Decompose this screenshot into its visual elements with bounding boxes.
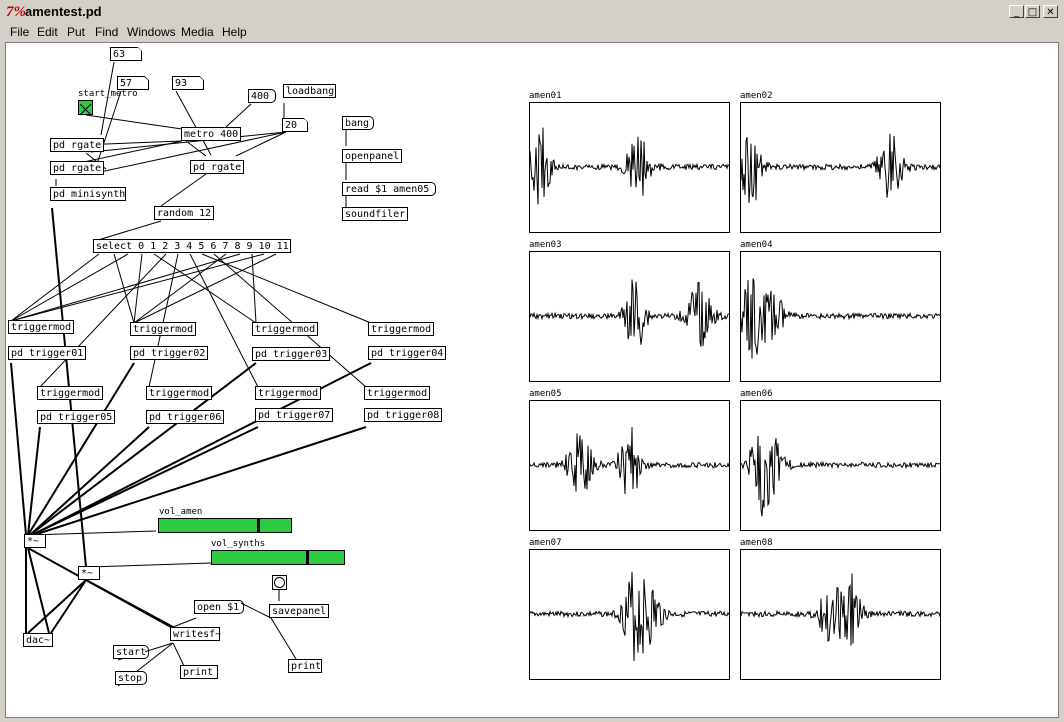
pd-trigger01[interactable]: pd trigger01	[8, 346, 86, 360]
menu-bar: File Edit Put Find Windows Media Help	[0, 24, 1064, 42]
triggermod-2[interactable]: triggermod	[130, 322, 196, 336]
vol-synths-slider[interactable]	[211, 550, 345, 565]
array-label-amen06: amen06	[740, 389, 773, 399]
vol-amen-knob[interactable]	[257, 519, 260, 532]
array-label-amen04: amen04	[740, 240, 773, 250]
pd-rgate-2[interactable]: pd rgate	[50, 161, 104, 175]
pd-app-icon: 7%	[6, 4, 26, 20]
number-box-20[interactable]: 20	[282, 118, 308, 132]
array-graph-amen07[interactable]	[529, 549, 730, 680]
start-message[interactable]: start	[113, 645, 149, 659]
menu-file[interactable]: File	[10, 25, 29, 39]
openpanel-object[interactable]: openpanel	[342, 149, 402, 163]
savepanel-object[interactable]: savepanel	[269, 604, 329, 618]
soundfiler-object[interactable]: soundfiler	[342, 207, 408, 221]
patch-canvas[interactable]: 63 57 93 400 loadbang start_metro metro …	[5, 42, 1059, 718]
vol-amen-slider[interactable]	[158, 518, 292, 533]
vol-amen-label: vol_amen	[159, 507, 203, 517]
vol-synths-knob[interactable]	[306, 551, 309, 564]
array-graph-amen02[interactable]	[740, 102, 941, 233]
pd-trigger07[interactable]: pd trigger07	[255, 408, 333, 422]
triggermod-3[interactable]: triggermod	[252, 322, 318, 336]
array-label-amen03: amen03	[529, 240, 562, 250]
loadbang-object[interactable]: loadbang	[283, 84, 336, 98]
start-metro-toggle[interactable]	[78, 100, 93, 116]
array-graph-amen06[interactable]	[740, 400, 941, 531]
menu-help[interactable]: Help	[222, 25, 247, 39]
menu-media[interactable]: Media	[181, 25, 214, 39]
start-metro-label: start_metro	[78, 89, 138, 99]
pd-trigger03[interactable]: pd trigger03	[252, 347, 330, 361]
print-object-1[interactable]: print	[180, 665, 218, 679]
title-bar: 7% amentest.pd _ □ ✕	[0, 0, 1064, 25]
close-icon[interactable]: ✕	[1043, 5, 1058, 18]
select-object[interactable]: select 0 1 2 3 4 5 6 7 8 9 10 11	[93, 239, 291, 253]
bang-button[interactable]	[272, 575, 287, 590]
triggermod-5[interactable]: triggermod	[37, 386, 103, 400]
print-object-2[interactable]: print	[288, 659, 322, 673]
stop-message[interactable]: stop	[115, 671, 147, 685]
vol-synths-label: vol_synths	[211, 539, 266, 549]
multiply-tilde-1[interactable]: *~	[24, 534, 46, 548]
open-message[interactable]: open $1	[194, 600, 244, 614]
read-amen05-message[interactable]: read $1 amen05	[342, 182, 436, 196]
pd-rgate-1[interactable]: pd rgate	[50, 138, 104, 152]
menu-put[interactable]: Put	[67, 25, 85, 39]
array-label-amen02: amen02	[740, 91, 773, 101]
random-object[interactable]: random 12	[154, 206, 214, 220]
pd-minisynth[interactable]: pd minisynth	[50, 187, 126, 201]
multiply-tilde-2[interactable]: *~	[78, 566, 100, 580]
menu-find[interactable]: Find	[95, 25, 118, 39]
array-label-amen05: amen05	[529, 389, 562, 399]
dac-object[interactable]: dac~	[23, 633, 53, 647]
array-label-amen01: amen01	[529, 91, 562, 101]
array-graph-amen04[interactable]	[740, 251, 941, 382]
number-box-93[interactable]: 93	[172, 76, 204, 90]
bang-circle-icon	[274, 577, 285, 588]
triggermod-6[interactable]: triggermod	[146, 386, 212, 400]
window-title: amentest.pd	[25, 4, 102, 19]
array-graph-amen01[interactable]	[529, 102, 730, 233]
pd-rgate-3[interactable]: pd rgate	[190, 160, 244, 174]
writesf-object[interactable]: writesf~	[170, 627, 221, 641]
triggermod-1[interactable]: triggermod	[8, 320, 74, 334]
pd-trigger05[interactable]: pd trigger05	[37, 410, 115, 424]
array-label-amen08: amen08	[740, 538, 773, 548]
number-box-57[interactable]: 57	[117, 76, 149, 90]
array-graph-amen05[interactable]	[529, 400, 730, 531]
menu-windows[interactable]: Windows	[127, 25, 176, 39]
toggle-x-icon	[79, 103, 92, 116]
menu-edit[interactable]: Edit	[37, 25, 58, 39]
triggermod-7[interactable]: triggermod	[255, 386, 321, 400]
number-box-63[interactable]: 63	[110, 47, 142, 61]
triggermod-8[interactable]: triggermod	[364, 386, 430, 400]
triggermod-4[interactable]: triggermod	[368, 322, 434, 336]
minimize-icon[interactable]: _	[1009, 5, 1024, 18]
pd-trigger02[interactable]: pd trigger02	[130, 346, 208, 360]
array-label-amen07: amen07	[529, 538, 562, 548]
message-400[interactable]: 400	[248, 89, 276, 103]
metro-object[interactable]: metro 400	[181, 127, 241, 141]
pd-trigger04[interactable]: pd trigger04	[368, 346, 446, 360]
array-graph-amen08[interactable]	[740, 549, 941, 680]
array-graph-amen03[interactable]	[529, 251, 730, 382]
maximize-icon[interactable]: □	[1025, 5, 1040, 18]
pd-trigger08[interactable]: pd trigger08	[364, 408, 442, 422]
bang-message[interactable]: bang	[342, 116, 374, 130]
pd-trigger06[interactable]: pd trigger06	[146, 410, 224, 424]
